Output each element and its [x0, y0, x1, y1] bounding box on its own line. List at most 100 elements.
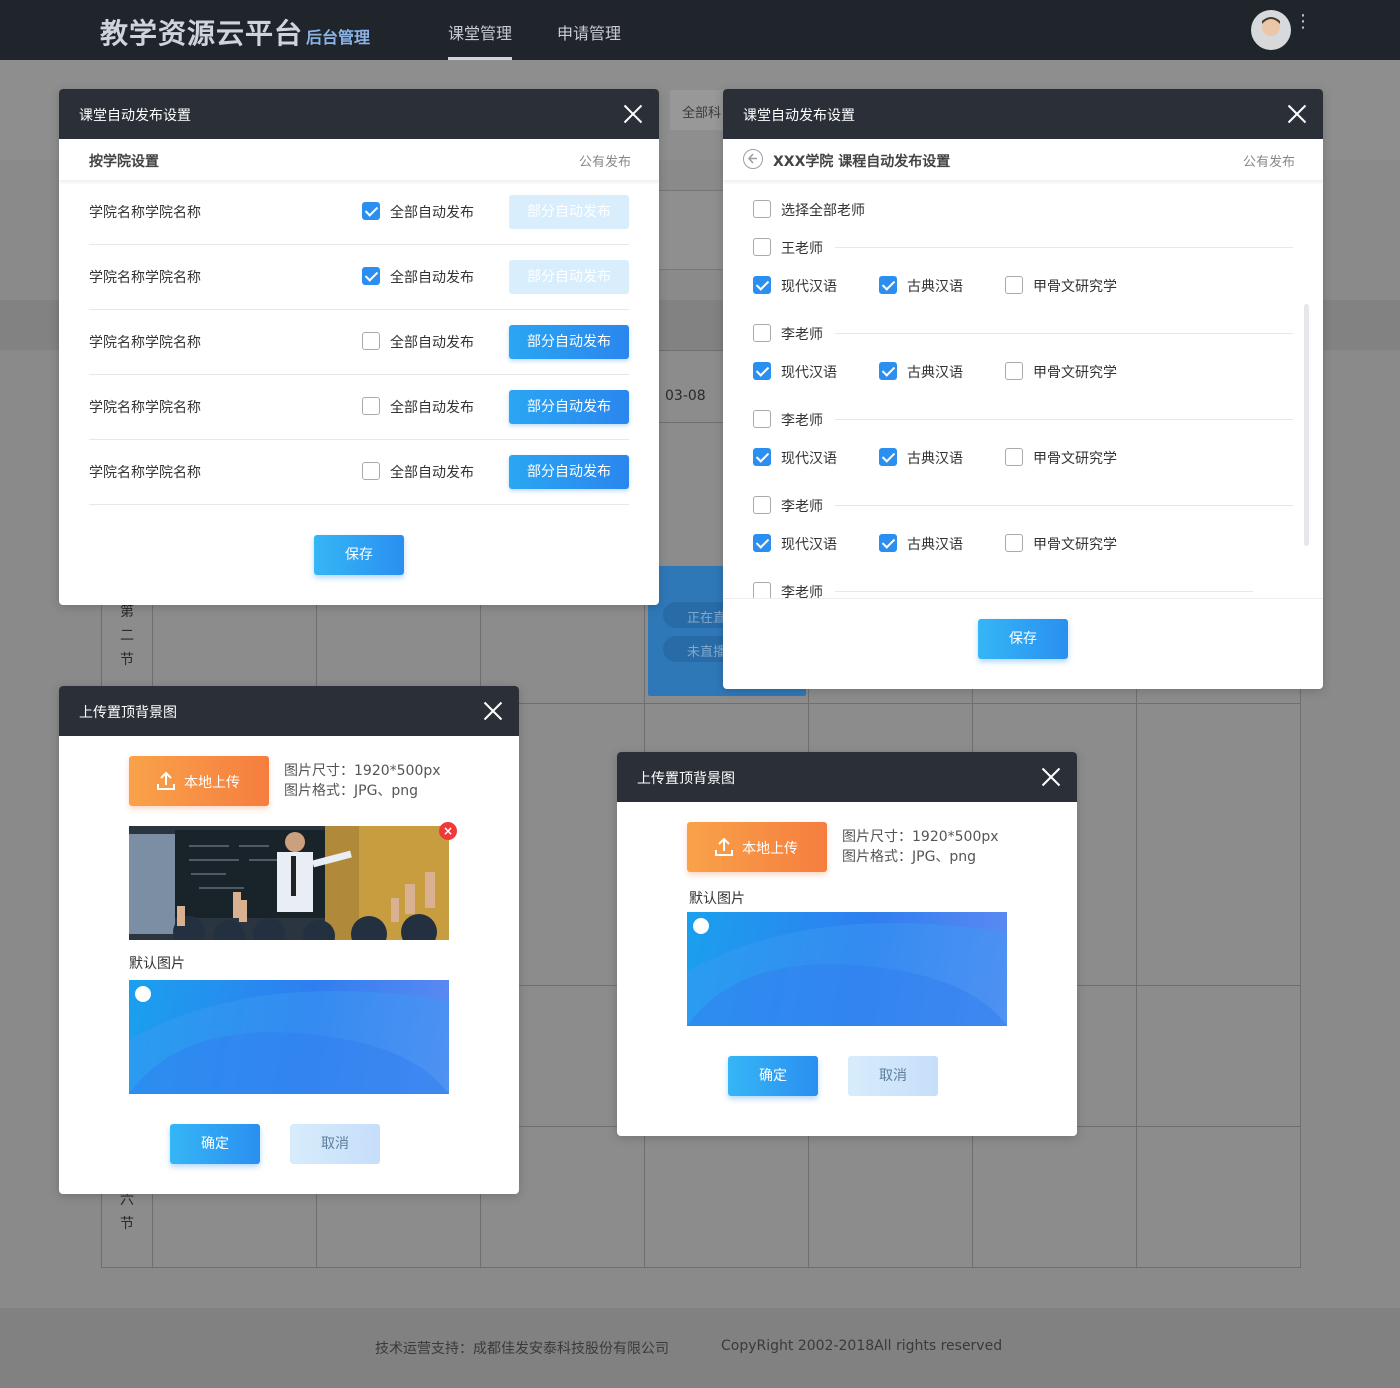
row-divider — [89, 439, 629, 440]
radio-icon[interactable] — [693, 918, 709, 934]
course-checkbox[interactable] — [879, 534, 897, 552]
date-cell: 03-08 — [665, 388, 706, 404]
modal-title: 课堂自动发布设置 — [743, 108, 855, 124]
teacher-checkbox[interactable] — [753, 496, 771, 514]
delete-image-icon[interactable]: × — [439, 822, 457, 840]
auto-publish-all-checkbox[interactable] — [362, 332, 380, 350]
course-label: 现代汉语 — [781, 365, 837, 381]
upload-label: 本地上传 — [184, 775, 240, 791]
auto-publish-all-checkbox[interactable] — [362, 202, 380, 220]
teacher-divider — [835, 247, 1293, 248]
confirm-button[interactable]: 确定 — [728, 1056, 818, 1096]
save-button[interactable]: 保存 — [978, 619, 1068, 659]
teacher-checkbox[interactable] — [753, 324, 771, 342]
cancel-button[interactable]: 取消 — [290, 1124, 380, 1164]
local-upload-button[interactable]: 本地上传 — [687, 822, 827, 872]
footer-copyright: CopyRight 2002-2018All rights reserved — [721, 1338, 1003, 1354]
row-divider — [89, 504, 629, 505]
auto-publish-all-label: 全部自动发布 — [390, 270, 474, 286]
default-image-label: 默认图片 — [129, 956, 185, 972]
course-checkbox[interactable] — [753, 534, 771, 552]
course-checkbox[interactable] — [753, 276, 771, 294]
teacher-divider — [835, 505, 1293, 506]
course-checkbox[interactable] — [753, 448, 771, 466]
local-upload-button[interactable]: 本地上传 — [129, 756, 269, 806]
upload-background-modal: 上传置顶背景图 本地上传 图片尺寸：1920*500px 图片格式：JPG、pn… — [59, 686, 519, 1194]
image-format-hint: 图片格式：JPG、png — [842, 849, 977, 865]
course-checkbox[interactable] — [879, 448, 897, 466]
default-image-option[interactable] — [129, 980, 449, 1094]
select-all-label: 选择全部老师 — [781, 203, 865, 219]
uploaded-photo[interactable] — [129, 826, 449, 940]
course-label: 现代汉语 — [781, 537, 837, 553]
auto-publish-all-label: 全部自动发布 — [390, 205, 474, 221]
radio-icon[interactable] — [135, 986, 151, 1002]
college-name: 学院名称学院名称 — [89, 205, 201, 221]
course-checkbox[interactable] — [753, 362, 771, 380]
course-label: 甲骨文研究学 — [1033, 537, 1117, 553]
modal-title: 上传置顶背景图 — [79, 705, 177, 721]
teacher-checkbox[interactable] — [753, 238, 771, 256]
select-all-checkbox[interactable] — [753, 200, 771, 218]
partial-auto-publish-button[interactable]: 部分自动发布 — [509, 390, 629, 424]
default-image-option[interactable] — [687, 912, 1007, 1026]
close-icon[interactable] — [1287, 104, 1307, 124]
footer — [0, 1308, 1400, 1388]
teacher-name: 李老师 — [781, 413, 823, 429]
teacher-name: 王老师 — [781, 241, 823, 257]
close-icon[interactable] — [483, 701, 503, 721]
course-label: 甲骨文研究学 — [1033, 365, 1117, 381]
college-publish-modal: 课堂自动发布设置 按学院设置 公有发布 学院名称学院名称 全部自动发布 部分自动发布… — [59, 89, 659, 605]
course-checkbox[interactable] — [1005, 362, 1023, 380]
partial-auto-publish-button[interactable]: 部分自动发布 — [509, 325, 629, 359]
scrollbar[interactable] — [1304, 304, 1309, 546]
course-checkbox[interactable] — [1005, 534, 1023, 552]
nav-tab-class-management[interactable]: 课堂管理 — [448, 20, 513, 60]
course-checkbox[interactable] — [879, 276, 897, 294]
save-button[interactable]: 保存 — [314, 535, 404, 575]
public-publish-link[interactable]: 公有发布 — [579, 151, 631, 170]
user-avatar[interactable] — [1251, 10, 1291, 50]
subject-filter[interactable]: 全部科目 — [670, 90, 730, 130]
section-label-2: 第二节 — [120, 604, 134, 668]
college-name: 学院名称学院名称 — [89, 400, 201, 416]
course-label: 甲骨文研究学 — [1033, 451, 1117, 467]
confirm-button[interactable]: 确定 — [170, 1124, 260, 1164]
modal-title: 上传置顶背景图 — [637, 771, 735, 787]
upload-icon — [715, 837, 733, 856]
cancel-button[interactable]: 取消 — [848, 1056, 938, 1096]
teacher-checkbox[interactable] — [753, 582, 771, 598]
footer-support: 技术运营支持：成都佳发安泰科技股份有限公司 — [375, 1341, 669, 1357]
auto-publish-all-checkbox[interactable] — [362, 462, 380, 480]
public-publish-link[interactable]: 公有发布 — [1243, 151, 1295, 170]
course-checkbox[interactable] — [1005, 448, 1023, 466]
default-image-label: 默认图片 — [689, 891, 745, 907]
auto-publish-all-checkbox[interactable] — [362, 397, 380, 415]
partial-auto-publish-button[interactable]: 部分自动发布 — [509, 195, 629, 229]
upload-background-modal: 上传置顶背景图 本地上传 图片尺寸：1920*500px 图片格式：JPG、pn… — [617, 752, 1077, 1136]
more-icon[interactable]: ⋮ — [1294, 13, 1312, 31]
close-icon[interactable] — [623, 104, 643, 124]
auto-publish-all-label: 全部自动发布 — [390, 335, 474, 351]
modal-subheader: XXX学院 课程自动发布设置 公有发布 — [723, 139, 1323, 181]
back-icon[interactable] — [743, 149, 763, 169]
auto-publish-all-label: 全部自动发布 — [390, 400, 474, 416]
teacher-name: 李老师 — [781, 585, 823, 598]
close-icon[interactable] — [1041, 767, 1061, 787]
course-checkbox[interactable] — [879, 362, 897, 380]
nav-tab-application-management[interactable]: 申请管理 — [557, 20, 621, 44]
auto-publish-all-checkbox[interactable] — [362, 267, 380, 285]
teacher-divider — [835, 419, 1293, 420]
college-name: 学院名称学院名称 — [89, 270, 201, 286]
row-divider — [89, 309, 629, 310]
modal-header: 课堂自动发布设置 — [59, 89, 659, 139]
partial-auto-publish-button[interactable]: 部分自动发布 — [509, 455, 629, 489]
partial-auto-publish-button[interactable]: 部分自动发布 — [509, 260, 629, 294]
teacher-list: 选择全部老师 王老师 现代汉语 古典汉语 甲骨文研究学 李老师 现代汉语 古典汉语 甲骨文研究… — [723, 182, 1323, 598]
backdrop-panel — [655, 190, 725, 270]
course-checkbox[interactable] — [1005, 276, 1023, 294]
modal-subheader: 按学院设置 公有发布 — [59, 139, 659, 181]
section-title: 按学院设置 — [89, 154, 159, 170]
divider — [723, 598, 1323, 599]
teacher-checkbox[interactable] — [753, 410, 771, 428]
